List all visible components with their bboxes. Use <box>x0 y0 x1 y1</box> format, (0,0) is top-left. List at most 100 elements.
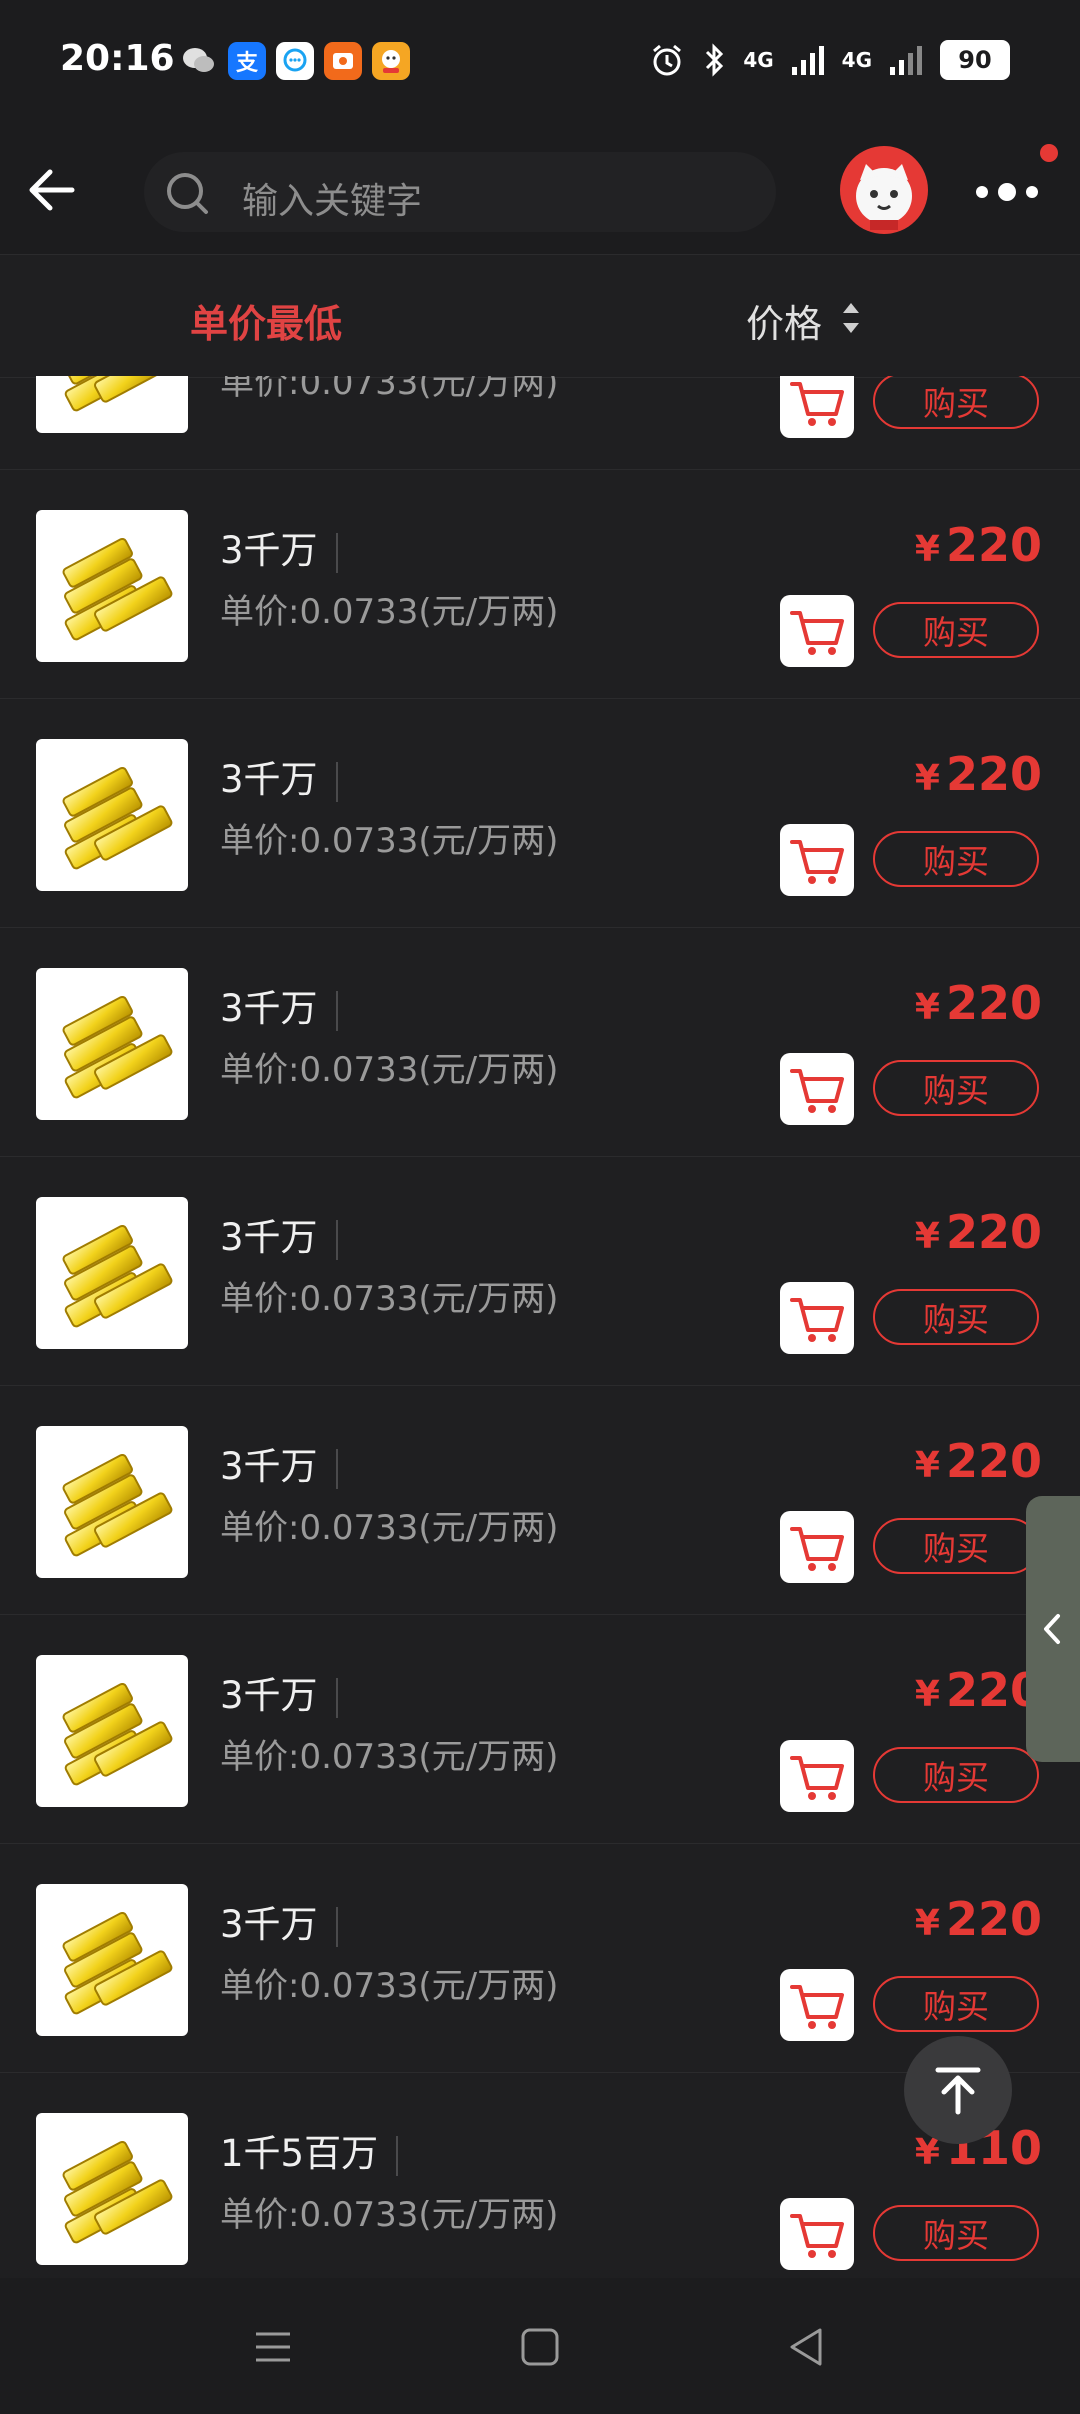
home-square-icon[interactable] <box>515 2322 565 2372</box>
buy-button[interactable]: 购买 <box>873 1060 1039 1116</box>
buy-button[interactable]: 购买 <box>873 1976 1039 2032</box>
item-name: 3千万 <box>220 1436 338 1490</box>
name-divider <box>396 2135 399 2176</box>
cart-icon <box>780 1756 854 1816</box>
avatar[interactable] <box>840 146 928 234</box>
currency-symbol: ¥ <box>914 1903 940 1944</box>
more-icon[interactable] <box>972 172 1042 212</box>
list-item[interactable]: 3千万 单价:0.0733(元/万两) ¥220 购买 <box>0 1386 1080 1615</box>
price-value: 220 <box>945 1892 1042 1946</box>
item-name: 3千万 <box>220 749 338 803</box>
item-name-text: 3千万 <box>220 1445 318 1488</box>
list-item[interactable]: 3千万 单价:0.0733(元/万两) ¥220 购买 <box>0 699 1080 928</box>
item-unit-price: 单价:0.0733(元/万两) <box>220 1737 559 1777</box>
item-name-text: 1千5百万 <box>220 2132 379 2175</box>
network-label-2: 4G <box>841 48 872 72</box>
currency-symbol: ¥ <box>914 529 940 570</box>
top-header: 输入关键字 <box>0 130 1080 254</box>
menu-icon[interactable] <box>248 2322 298 2372</box>
sort-lowest-unit-price-tab[interactable]: 单价最低 <box>190 293 342 348</box>
back-to-top-button[interactable] <box>904 2036 1012 2144</box>
item-name: 3千万 <box>220 1894 338 1948</box>
item-name: 3千万 <box>220 1207 338 1261</box>
price-value: 220 <box>945 1205 1042 1259</box>
cart-icon <box>780 382 854 442</box>
item-unit-price: 单价:0.0733(元/万两) <box>220 376 559 403</box>
gold-bars-image <box>62 2140 173 2244</box>
side-drawer-tab[interactable] <box>1026 1496 1080 1762</box>
signal-icon-2 <box>890 46 922 75</box>
cart-icon <box>780 840 854 900</box>
item-thumbnail <box>36 2113 188 2265</box>
item-name-text: 3千万 <box>220 1216 318 1259</box>
item-name: 3千万 <box>220 1665 338 1719</box>
list-item[interactable]: 3千万 单价:0.0733(元/万两) ¥220 购买 <box>0 928 1080 1157</box>
back-arrow-icon[interactable] <box>22 160 82 220</box>
cart-icon <box>780 2214 854 2274</box>
item-unit-price: 单价:0.0733(元/万两) <box>220 821 559 861</box>
add-to-cart-button[interactable] <box>780 1511 854 1583</box>
add-to-cart-button[interactable] <box>780 1740 854 1812</box>
item-name-text: 3千万 <box>220 529 318 572</box>
buy-button[interactable]: 购买 <box>873 831 1039 887</box>
buy-button[interactable]: 购买 <box>873 376 1039 429</box>
cart-icon <box>780 1985 854 2045</box>
system-status: 4G 4G 90 <box>649 40 1010 80</box>
app-mascot-icon <box>372 42 410 80</box>
buy-button[interactable]: 购买 <box>873 602 1039 658</box>
item-unit-price: 单价:0.0733(元/万两) <box>220 1508 559 1548</box>
list-item[interactable]: 3千万 单价:0.0733(元/万两) ¥220 购买 <box>0 1157 1080 1386</box>
item-thumbnail <box>36 1197 188 1349</box>
search-input[interactable]: 输入关键字 <box>144 152 776 232</box>
item-price: ¥220 <box>915 1434 1042 1488</box>
price-value: 220 <box>945 747 1042 801</box>
item-thumbnail <box>36 1884 188 2036</box>
item-name-text: 3千万 <box>220 987 318 1030</box>
item-name: 3千万 <box>220 520 338 574</box>
add-to-cart-button[interactable] <box>780 2198 854 2270</box>
sort-price-tab[interactable]: 价格 <box>746 293 822 348</box>
list-item[interactable]: 单价:0.0733(元/万两) 购买 <box>0 376 1080 470</box>
item-thumbnail <box>36 968 188 1120</box>
notification-icons: 支 <box>180 42 410 80</box>
alipay-icon: 支 <box>228 42 266 80</box>
list-item[interactable]: 3千万 单价:0.0733(元/万两) ¥220 购买 <box>0 1615 1080 1844</box>
system-nav-bar <box>0 2278 1080 2414</box>
add-to-cart-button[interactable] <box>780 1282 854 1354</box>
item-price: ¥220 <box>915 1663 1042 1717</box>
item-thumbnail <box>36 510 188 662</box>
sort-arrows-icon[interactable] <box>840 299 862 337</box>
item-thumbnail <box>36 376 188 433</box>
add-to-cart-button[interactable] <box>780 1053 854 1125</box>
item-unit-price: 单价:0.0733(元/万两) <box>220 1050 559 1090</box>
name-divider <box>335 1448 338 1489</box>
name-divider <box>335 1906 338 1947</box>
chevron-left-icon <box>1044 1614 1060 1644</box>
add-to-cart-button[interactable] <box>780 1969 854 2041</box>
add-to-cart-button[interactable] <box>780 376 854 438</box>
list-item[interactable]: 3千万 单价:0.0733(元/万两) ¥220 购买 <box>0 470 1080 699</box>
currency-symbol: ¥ <box>914 987 940 1028</box>
item-name-text: 3千万 <box>220 1674 318 1717</box>
add-to-cart-button[interactable] <box>780 595 854 667</box>
item-name: 1千5百万 <box>220 2123 399 2177</box>
buy-button[interactable]: 购买 <box>873 2205 1039 2261</box>
item-price: ¥220 <box>915 1205 1042 1259</box>
buy-button[interactable]: 购买 <box>873 1518 1039 1574</box>
back-triangle-icon[interactable] <box>782 2322 832 2372</box>
name-divider <box>335 990 338 1031</box>
app-orange-icon <box>324 42 362 80</box>
item-name-text: 3千万 <box>220 758 318 801</box>
gold-bars-image <box>62 1682 173 1786</box>
item-unit-price: 单价:0.0733(元/万两) <box>220 2195 559 2235</box>
buy-button[interactable]: 购买 <box>873 1289 1039 1345</box>
buy-button[interactable]: 购买 <box>873 1747 1039 1803</box>
add-to-cart-button[interactable] <box>780 824 854 896</box>
item-unit-price: 单价:0.0733(元/万两) <box>220 592 559 632</box>
status-time: 20:16 <box>60 38 175 79</box>
gold-bars-image <box>62 1224 173 1328</box>
price-value: 220 <box>945 518 1042 572</box>
gold-bars-image <box>62 1453 173 1557</box>
cart-icon <box>780 1069 854 1129</box>
gold-bars-image <box>62 1911 173 2015</box>
